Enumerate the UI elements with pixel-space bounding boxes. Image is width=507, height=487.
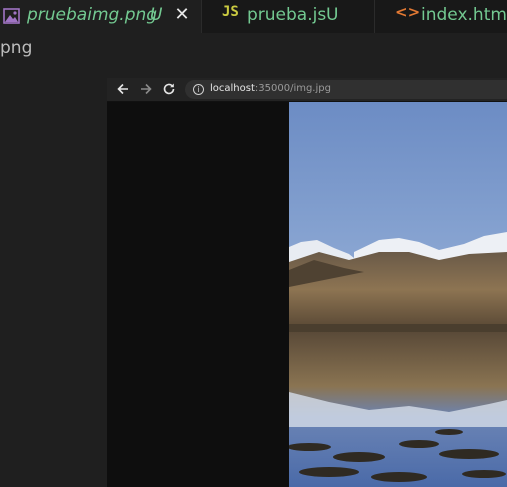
untracked-badge: U: [150, 5, 163, 25]
image-icon: [3, 8, 20, 24]
tab-pruebaimg[interactable]: pruebaimg.png U ✕: [0, 0, 201, 33]
tab-label: pruebaimg.png: [27, 5, 158, 25]
forward-arrow-icon[interactable]: [138, 81, 154, 97]
url-path: :35000/img.jpg: [254, 83, 331, 94]
image-viewer: [107, 102, 507, 487]
tab-index-html[interactable]: <> index.html: [374, 0, 507, 33]
url-host: localhost: [210, 83, 255, 94]
html-icon: <>: [395, 3, 421, 21]
back-arrow-icon[interactable]: [115, 81, 131, 97]
address-bar[interactable]: i localhost:35000/img.jpg: [185, 80, 507, 99]
editor-tab-bar: pruebaimg.png U ✕ JS prueba.js U <> inde…: [0, 0, 507, 33]
breadcrumb[interactable]: png: [0, 38, 32, 58]
tab-prueba-js[interactable]: JS prueba.js U: [201, 0, 375, 33]
browser-preview: i localhost:35000/img.jpg: [107, 78, 507, 487]
close-icon[interactable]: ✕: [173, 5, 191, 25]
mountain-lake-photo: [289, 102, 507, 487]
url-text: localhost:35000/img.jpg: [210, 83, 331, 94]
untracked-badge: U: [326, 5, 339, 25]
reload-icon[interactable]: [161, 81, 177, 97]
browser-toolbar: i localhost:35000/img.jpg: [107, 78, 507, 102]
info-icon[interactable]: i: [193, 84, 204, 95]
tab-label: index.html: [421, 5, 507, 25]
tab-label: prueba.js: [247, 5, 327, 25]
js-icon: JS: [222, 4, 239, 20]
